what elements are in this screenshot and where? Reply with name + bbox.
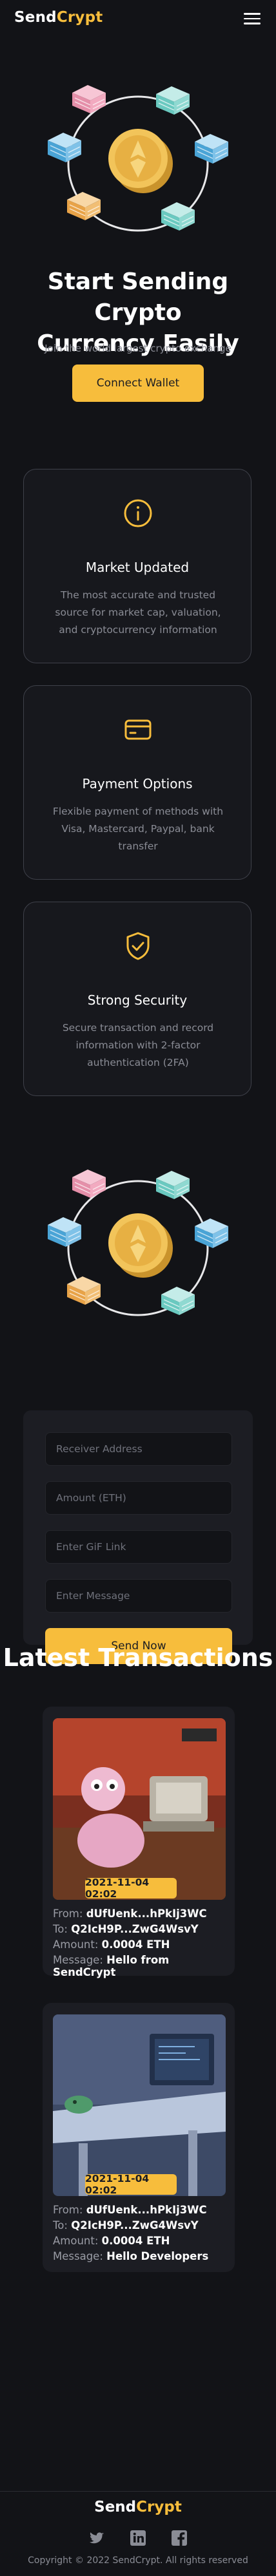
shield-check-icon (126, 932, 150, 960)
feature-title: Strong Security (87, 992, 188, 1008)
feature-title: Payment Options (82, 776, 193, 791)
transaction-date-badge: 2021-11-04 02:02 (85, 1877, 177, 1900)
gif-link-input[interactable] (45, 1530, 232, 1564)
feature-card-payment: Payment Options Flexible payment of meth… (23, 685, 251, 880)
facebook-icon[interactable] (170, 2528, 189, 2548)
amount-input[interactable] (45, 1481, 232, 1515)
transaction-card: 2021-11-04 02:02 From: dUfUenk...hPkIj3W… (43, 1707, 235, 1978)
linkedin-icon[interactable] (128, 2528, 148, 2548)
transaction-from: From: dUfUenk...hPkIj3WC (53, 2204, 207, 2216)
logo[interactable]: SendCrypt (14, 9, 103, 26)
receiver-address-input[interactable] (45, 1432, 232, 1466)
transaction-message: Message: Hello Developers (53, 2250, 209, 2262)
feature-card-market: Market Updated The most accurate and tru… (23, 469, 251, 663)
transaction-message: Message: Hello from SendCrypt (53, 1954, 170, 1978)
footer-divider (0, 2491, 276, 2492)
hero-subtitle: Join the world largest crypto exchange (44, 343, 232, 354)
crypto-coin-network-illustration (41, 62, 235, 255)
transaction-date-badge: 2021-11-04 02:02 (85, 2173, 177, 2196)
feature-title: Market Updated (85, 560, 190, 575)
feature-description: Secure transaction and record informatio… (62, 1022, 214, 1068)
transaction-to: To: Q2IcH9P...ZwG4WsvY (53, 2219, 199, 2231)
send-form-panel: Send Now (23, 1410, 253, 1664)
hamburger-menu-icon[interactable] (244, 13, 261, 24)
cartoon-dog-computer-gif (53, 1718, 226, 1900)
twitter-icon[interactable] (87, 2528, 106, 2548)
latest-transactions-heading: Latest Transactions (3, 1643, 273, 1672)
copyright-text: Copyright © 2022 SendCrypt. All rights r… (28, 2555, 248, 2566)
credit-card-icon (124, 719, 152, 740)
feature-description: Flexible payment of methods with Visa, M… (52, 806, 224, 852)
feature-card-security: Strong Security Secure transaction and r… (23, 902, 251, 1096)
info-circle-icon (124, 499, 152, 527)
crypto-coin-network-illustration (41, 1146, 235, 1340)
transaction-card: 2021-11-04 02:02 From: dUfUenk...hPkIj3W… (43, 2003, 235, 2272)
logo-text-crypt: Crypt (56, 9, 103, 26)
transaction-amount: Amount: 0.0004 ETH (53, 2235, 170, 2247)
transaction-amount: Amount: 0.0004 ETH (53, 1938, 170, 1951)
message-input[interactable] (45, 1579, 232, 1613)
transaction-from: From: dUfUenk...hPkIj3WC (53, 1908, 207, 1920)
feature-description: The most accurate and trusted source for… (55, 589, 221, 636)
footer-logo[interactable]: SendCrypt (0, 2499, 276, 2515)
animated-desk-computer-gif (53, 2014, 226, 2196)
connect-wallet-button[interactable]: Connect Wallet (72, 365, 204, 402)
logo-text-send: Send (14, 9, 57, 26)
transaction-to: To: Q2IcH9P...ZwG4WsvY (53, 1923, 199, 1935)
